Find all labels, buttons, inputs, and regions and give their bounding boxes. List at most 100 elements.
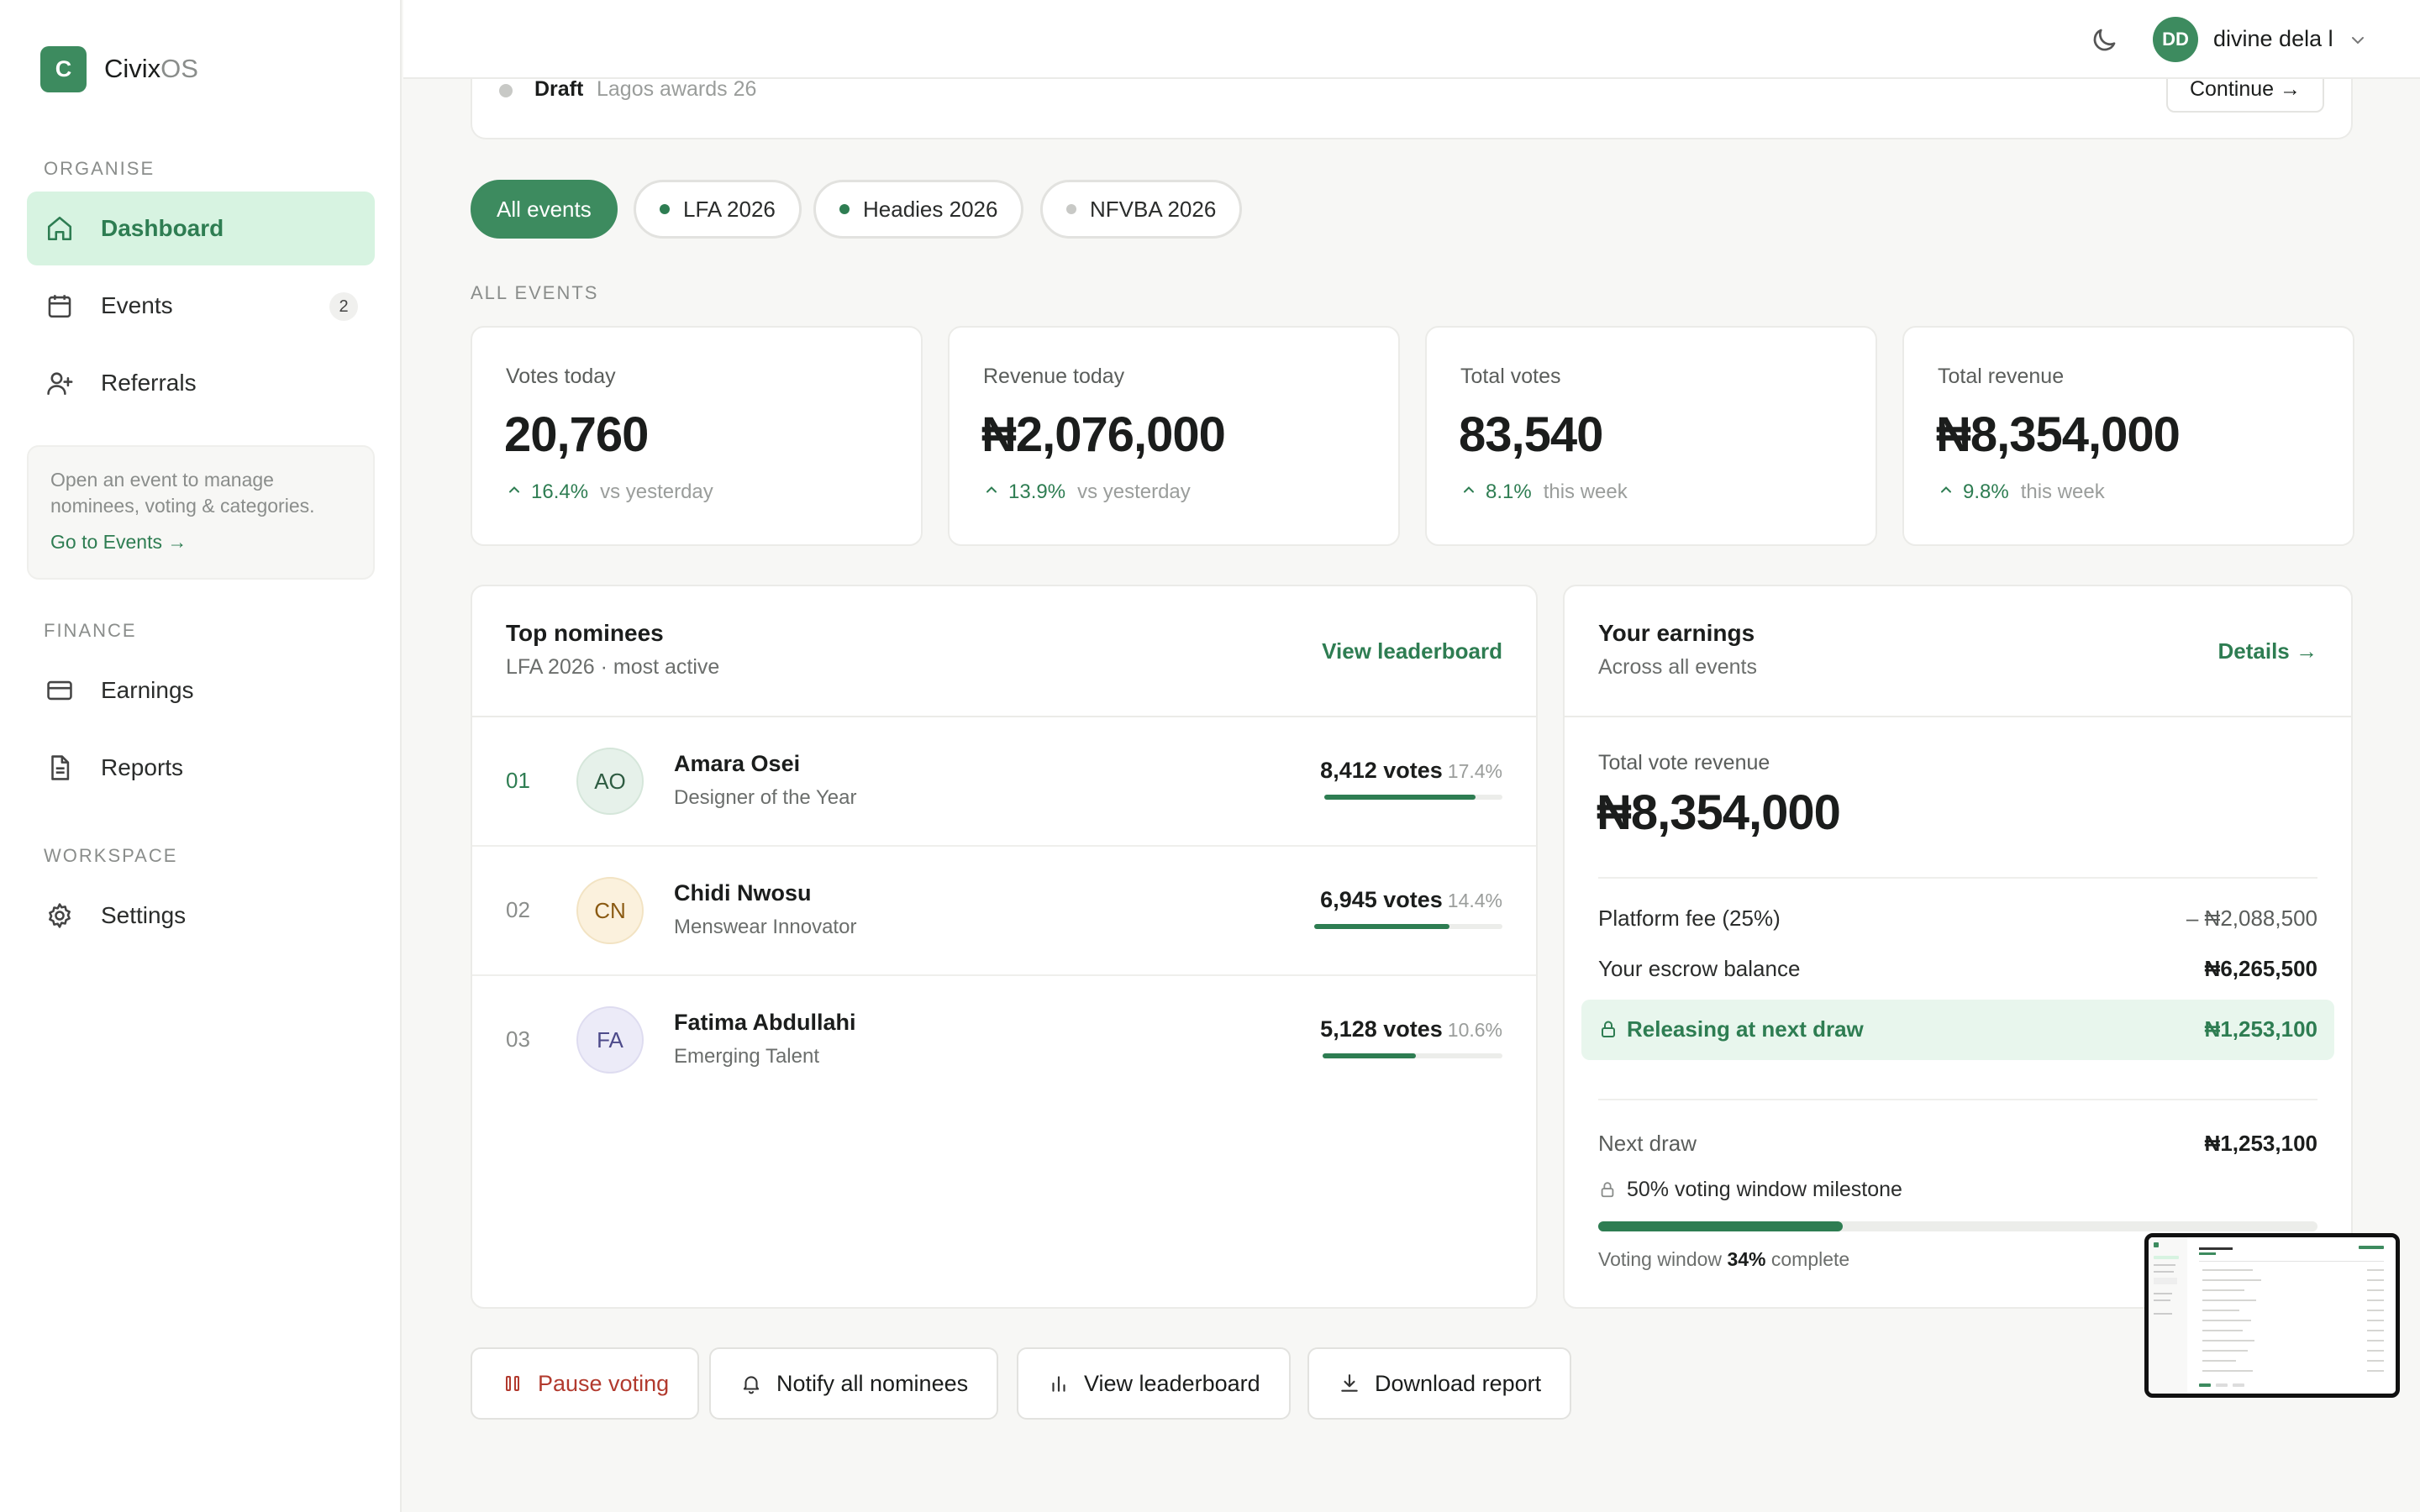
nominee-vote-bar — [1323, 1053, 1502, 1058]
sidebar-item-settings[interactable]: Settings — [27, 879, 375, 953]
nominee-category: Emerging Talent — [674, 1045, 819, 1068]
home-icon — [44, 213, 76, 244]
filter-chip-all-events[interactable]: All events — [471, 180, 618, 239]
user-plus-icon — [44, 367, 76, 399]
bell-icon — [739, 1372, 763, 1395]
divider — [1598, 1099, 2317, 1100]
milestone-label: 50% voting window milestone — [1627, 1178, 1902, 1201]
user-avatar[interactable]: DD — [2153, 17, 2198, 62]
stat-delta: 9.8% this week — [1938, 480, 2105, 504]
chip-status-dot — [660, 204, 670, 214]
votes-count: 5,128 votes — [1320, 1016, 1443, 1042]
pause-icon — [501, 1372, 524, 1395]
top-nominees-panel: Top nominees LFA 2026 · most active View… — [471, 585, 1538, 1309]
stat-value: ₦2,076,000 — [981, 407, 1226, 462]
delta-note: this week — [2020, 480, 2105, 503]
stat-card-total-votes: Total votes 83,540 8.1% this week — [1425, 326, 1877, 546]
sidebar-item-earnings[interactable]: Earnings — [27, 654, 375, 727]
divider — [1598, 877, 2317, 879]
stat-card-votes-today: Votes today 20,760 16.4% vs yesterday — [471, 326, 923, 546]
section-label-finance: FINANCE — [44, 620, 137, 641]
button-label: Pause voting — [538, 1370, 670, 1396]
stat-value: 20,760 — [504, 407, 649, 462]
sidebar-item-dashboard[interactable]: Dashboard — [27, 192, 375, 265]
panel-title: Top nominees — [506, 620, 664, 646]
chevron-up-icon — [506, 480, 523, 504]
brand-name: CivixOS — [104, 54, 198, 84]
screen-thumbnail[interactable] — [2144, 1233, 2400, 1398]
chevron-down-icon[interactable] — [2348, 30, 2368, 50]
sidebar-item-reports[interactable]: Reports — [27, 731, 375, 805]
releasing-value: ₦1,253,100 — [2204, 1016, 2317, 1042]
section-label-organise: ORGANISE — [44, 158, 155, 179]
platform-fee-value: – ₦2,088,500 — [2186, 906, 2317, 931]
filter-chip-lfa-2026[interactable]: LFA 2026 — [634, 180, 802, 239]
stat-value: ₦8,354,000 — [1936, 407, 2181, 462]
earnings-details-link[interactable]: Details → — [2218, 638, 2318, 664]
go-to-events-link[interactable]: Go to Events → — [50, 531, 351, 554]
sidebar-item-referrals[interactable]: Referrals — [27, 346, 375, 420]
nominee-category: Designer of the Year — [674, 786, 857, 809]
delta-note: vs yesterday — [600, 480, 713, 503]
nominee-avatar: FA — [576, 1006, 644, 1074]
bar-chart-icon — [1047, 1372, 1071, 1395]
nominee-name: Fatima Abdullahi — [674, 1010, 856, 1035]
document-icon — [44, 752, 76, 784]
releasing-next-draw-row: Releasing at next draw ₦1,253,100 — [1581, 1000, 2334, 1060]
filter-chip-nfvba-2026[interactable]: NFVBA 2026 — [1040, 180, 1243, 239]
sidebar-item-label: Referrals — [101, 370, 197, 396]
stat-delta: 13.9% vs yesterday — [983, 480, 1191, 504]
lock-icon — [1598, 1179, 1617, 1204]
notify-all-nominees-button[interactable]: Notify all nominees — [709, 1347, 999, 1420]
download-report-button[interactable]: Download report — [1307, 1347, 1572, 1420]
panel-subtitle: Across all events — [1598, 655, 1757, 679]
sidebar-item-label: Reports — [101, 754, 184, 780]
nominee-row[interactable]: 03 FA Fatima Abdullahi Emerging Talent 5… — [472, 976, 1536, 1105]
moon-icon[interactable] — [2089, 25, 2119, 55]
voting-window-progress — [1598, 1221, 2317, 1231]
nominee-category: Menswear Innovator — [674, 916, 857, 938]
download-icon — [1338, 1372, 1361, 1395]
chevron-up-icon — [1938, 480, 1954, 504]
delta-percent: 16.4% — [531, 480, 589, 503]
platform-fee-label: Platform fee (25%) — [1598, 906, 1781, 931]
stat-label: Total revenue — [1938, 365, 2065, 388]
nominee-votes: 5,128 votes 10.6% — [1320, 1016, 1502, 1042]
nominee-votes: 8,412 votes 17.4% — [1320, 758, 1502, 784]
events-hint-card: Open an event to manage nominees, voting… — [27, 445, 375, 580]
votes-percent: 10.6% — [1447, 1019, 1502, 1041]
escrow-balance-label: Your escrow balance — [1598, 956, 1801, 981]
view-leaderboard-link[interactable]: View leaderboard — [1322, 638, 1502, 664]
nominee-row[interactable]: 02 CN Chidi Nwosu Menswear Innovator 6,9… — [472, 847, 1536, 976]
delta-note: vs yesterday — [1077, 480, 1191, 503]
nominee-avatar: CN — [576, 877, 644, 944]
stat-card-revenue-today: Revenue today ₦2,076,000 13.9% vs yester… — [948, 326, 1400, 546]
nominee-rank: 02 — [506, 897, 530, 922]
escrow-balance-value: ₦6,265,500 — [2204, 956, 2317, 981]
draft-status-dot — [499, 84, 513, 97]
lock-icon — [1598, 1018, 1618, 1044]
filter-chip-headies-2026[interactable]: Headies 2026 — [813, 180, 1024, 239]
nominee-vote-bar — [1324, 795, 1502, 800]
brand-name-main: Civix — [104, 54, 161, 83]
nominee-vote-bar-fill — [1324, 795, 1476, 800]
chip-status-dot — [839, 204, 850, 214]
nominee-row[interactable]: 01 AO Amara Osei Designer of the Year 8,… — [472, 717, 1536, 847]
events-count-badge: 2 — [329, 292, 358, 321]
earnings-panel: Your earnings Across all events Details … — [1563, 585, 2353, 1309]
pause-voting-button[interactable]: Pause voting — [471, 1347, 700, 1420]
view-leaderboard-button[interactable]: View leaderboard — [1017, 1347, 1291, 1420]
nominee-rank: 03 — [506, 1026, 530, 1052]
window-percent: 34% — [1727, 1248, 1766, 1270]
sidebar-item-events[interactable]: Events 2 — [27, 269, 375, 343]
voting-window-status: Voting window 34% complete — [1598, 1248, 1849, 1271]
nominee-votes: 6,945 votes 14.4% — [1320, 887, 1502, 913]
nominee-name: Amara Osei — [674, 751, 801, 776]
section-heading-all-events: ALL EVENTS — [471, 282, 599, 303]
credit-card-icon — [44, 675, 76, 706]
divider — [1565, 716, 2351, 717]
total-vote-revenue-label: Total vote revenue — [1598, 751, 1770, 774]
hint-text: Open an event to manage nominees, voting… — [50, 469, 315, 517]
votes-percent: 14.4% — [1447, 890, 1502, 911]
user-name[interactable]: divine dela l — [2213, 26, 2333, 52]
